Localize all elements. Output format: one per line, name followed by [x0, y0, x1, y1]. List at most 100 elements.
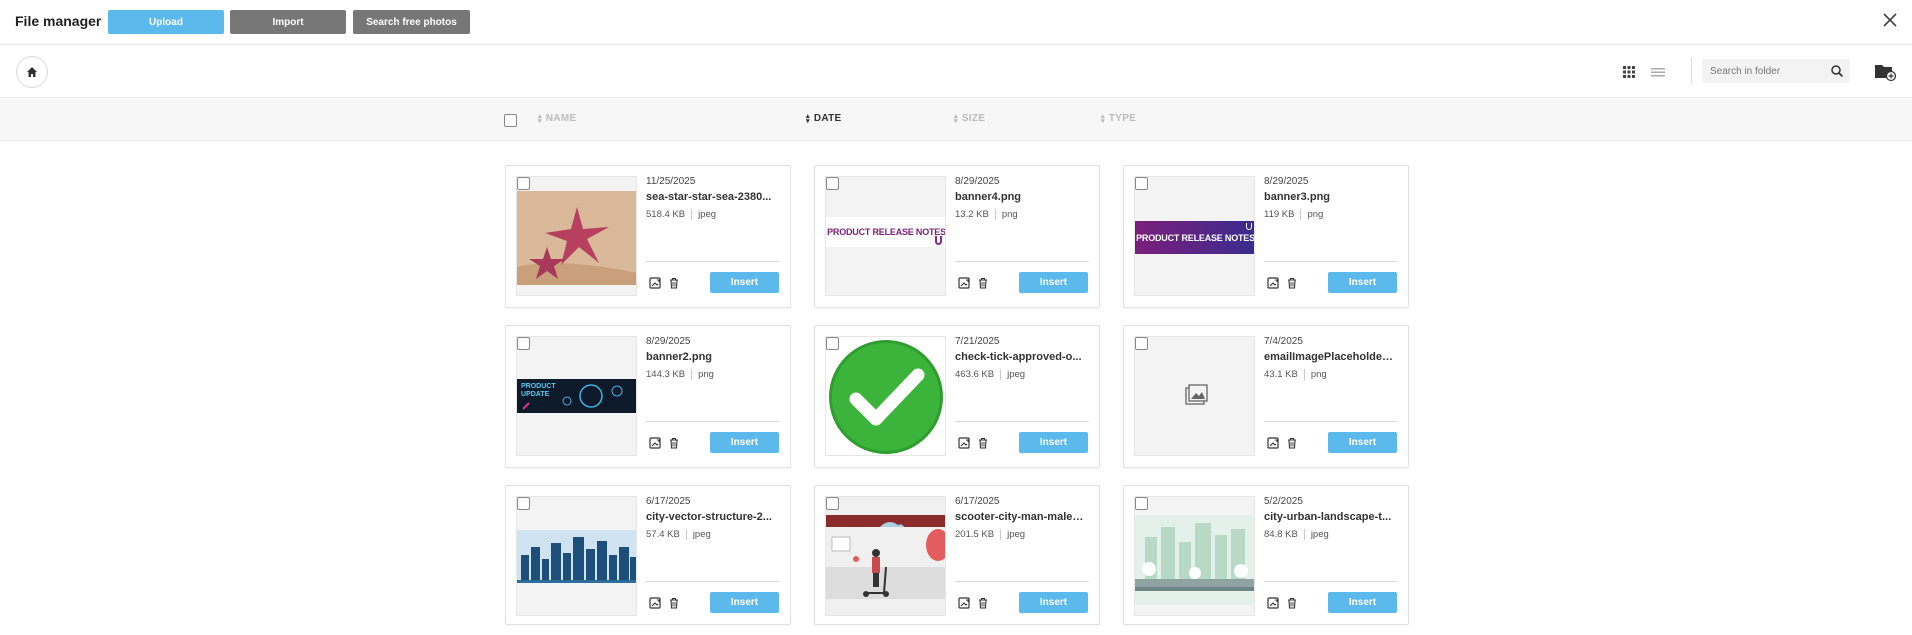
file-name: banner2.png: [646, 351, 713, 363]
file-type: jpeg: [692, 529, 711, 540]
file-card[interactable]: 7/4/2025 emailImagePlaceholder... 43.1 K…: [1123, 325, 1409, 468]
file-card[interactable]: PRODUCT RELEASE NOTES 8/29/2025 banner4.…: [814, 165, 1100, 308]
toolbar-divider: [1691, 58, 1692, 84]
select-all-checkbox[interactable]: [504, 114, 517, 127]
card-divider: [1264, 581, 1398, 582]
sort-name[interactable]: ▴ ▾ NAME: [538, 113, 576, 125]
edit-image-icon[interactable]: [649, 437, 661, 449]
search-icon[interactable]: [1830, 64, 1844, 78]
edit-image-icon[interactable]: [649, 277, 661, 289]
file-checkbox[interactable]: [517, 177, 530, 190]
file-card[interactable]: PRODUCT UPDATE 8/29/2025 banner2.png 144…: [505, 325, 791, 468]
insert-button[interactable]: Insert: [1328, 272, 1397, 293]
file-card[interactable]: 7/21/2025 check-tick-approved-o... 463.6…: [814, 325, 1100, 468]
file-checkbox[interactable]: [826, 177, 839, 190]
file-card[interactable]: PRODUCT RELEASE NOTES 8/29/2025 banner3.…: [1123, 165, 1409, 308]
delete-icon[interactable]: [668, 437, 680, 449]
edit-image-icon[interactable]: [958, 597, 970, 609]
file-thumbnail[interactable]: [1134, 336, 1255, 456]
insert-button[interactable]: Insert: [1328, 592, 1397, 613]
file-thumbnail[interactable]: [516, 496, 637, 616]
sort-arrows-icon: ▴ ▾: [954, 112, 958, 125]
file-thumbnail[interactable]: PRODUCT UPDATE: [516, 336, 637, 456]
file-checkbox[interactable]: [1135, 337, 1148, 350]
sort-size[interactable]: ▴ ▾ SIZE: [954, 112, 986, 125]
delete-icon[interactable]: [977, 277, 989, 289]
edit-image-icon[interactable]: [1267, 437, 1279, 449]
file-thumbnail[interactable]: PRODUCT RELEASE NOTES: [825, 176, 946, 296]
file-thumbnail[interactable]: PRODUCT RELEASE NOTES: [1134, 176, 1255, 296]
sort-date[interactable]: ▴ ▾ DATE: [806, 113, 842, 125]
file-card[interactable]: 11/25/2025 sea-star-star-sea-2380... 518…: [505, 165, 791, 308]
search-box: [1702, 59, 1850, 83]
file-thumbnail[interactable]: [825, 336, 946, 456]
file-size-type: 57.4 KB jpeg: [646, 529, 776, 540]
sort-type[interactable]: ▴ ▾ TYPE: [1101, 113, 1137, 125]
grid-view-icon[interactable]: [1620, 63, 1638, 81]
delete-icon[interactable]: [1286, 597, 1298, 609]
banner-text: PRODUCT RELEASE NOTES: [827, 227, 946, 237]
edit-image-icon[interactable]: [958, 277, 970, 289]
insert-button[interactable]: Insert: [710, 272, 779, 293]
column-type-label: TYPE: [1108, 113, 1137, 124]
edit-image-icon[interactable]: [1267, 597, 1279, 609]
file-meta: 5/2/2025 city-urban-landscape-t... 84.8 …: [1264, 496, 1394, 540]
brand-logo-icon: [1246, 223, 1252, 230]
edit-image-icon[interactable]: [649, 597, 661, 609]
file-name: sea-star-star-sea-2380...: [646, 191, 772, 203]
add-folder-icon[interactable]: [1874, 62, 1896, 82]
file-date: 8/29/2025: [955, 176, 1000, 187]
file-name: emailImagePlaceholder...: [1264, 351, 1394, 363]
file-checkbox[interactable]: [1135, 497, 1148, 510]
separator: [1300, 209, 1302, 220]
edit-image-icon[interactable]: [958, 437, 970, 449]
insert-button[interactable]: Insert: [1328, 432, 1397, 453]
file-card[interactable]: 6/17/2025 city-vector-structure-2... 57.…: [505, 485, 791, 625]
upload-button[interactable]: Upload: [108, 10, 224, 34]
file-thumbnail[interactable]: [516, 176, 637, 296]
toolbar: [0, 46, 1912, 98]
file-checkbox[interactable]: [826, 497, 839, 510]
insert-button[interactable]: Insert: [1019, 592, 1088, 613]
column-size-label: SIZE: [961, 113, 986, 124]
delete-icon[interactable]: [668, 277, 680, 289]
delete-icon[interactable]: [668, 597, 680, 609]
file-thumbnail[interactable]: [825, 496, 946, 616]
file-size: 518.4 KB: [646, 209, 686, 220]
delete-icon[interactable]: [1286, 277, 1298, 289]
page-title: File manager: [15, 13, 102, 29]
delete-icon[interactable]: [977, 437, 989, 449]
check-thumbnail: [826, 337, 945, 455]
file-checkbox[interactable]: [517, 337, 530, 350]
search-free-photos-button[interactable]: Search free photos: [353, 10, 470, 34]
file-name: check-tick-approved-o...: [955, 351, 1082, 363]
separator: [994, 209, 996, 220]
home-button[interactable]: [16, 56, 48, 88]
close-icon[interactable]: [1882, 12, 1898, 28]
insert-button[interactable]: Insert: [710, 592, 779, 613]
file-card[interactable]: 6/17/2025 scooter-city-man-male-... 201.…: [814, 485, 1100, 625]
insert-button[interactable]: Insert: [710, 432, 779, 453]
file-thumbnail[interactable]: [1134, 496, 1255, 616]
file-checkbox[interactable]: [517, 497, 530, 510]
delete-icon[interactable]: [1286, 437, 1298, 449]
import-button[interactable]: Import: [230, 10, 346, 34]
insert-button[interactable]: Insert: [1019, 272, 1088, 293]
file-size-type: 43.1 KB png: [1264, 369, 1394, 380]
banner-thumbnail: PRODUCT RELEASE NOTES: [1135, 221, 1254, 254]
file-meta: 6/17/2025 scooter-city-man-male-... 201.…: [955, 496, 1085, 540]
file-size: 463.6 KB: [955, 369, 995, 380]
file-checkbox[interactable]: [1135, 177, 1148, 190]
file-date: 5/2/2025: [1264, 496, 1303, 507]
separator: [691, 209, 693, 220]
starfish-thumbnail: [517, 191, 636, 285]
insert-button[interactable]: Insert: [1019, 432, 1088, 453]
edit-image-icon[interactable]: [1267, 277, 1279, 289]
file-checkbox[interactable]: [826, 337, 839, 350]
delete-icon[interactable]: [977, 597, 989, 609]
list-view-icon[interactable]: [1649, 63, 1667, 81]
search-input[interactable]: [1702, 59, 1822, 83]
file-name: city-vector-structure-2...: [646, 511, 772, 523]
file-card[interactable]: 5/2/2025 city-urban-landscape-t... 84.8 …: [1123, 485, 1409, 625]
header-bar: File manager Upload Import Search free p…: [0, 0, 1912, 45]
